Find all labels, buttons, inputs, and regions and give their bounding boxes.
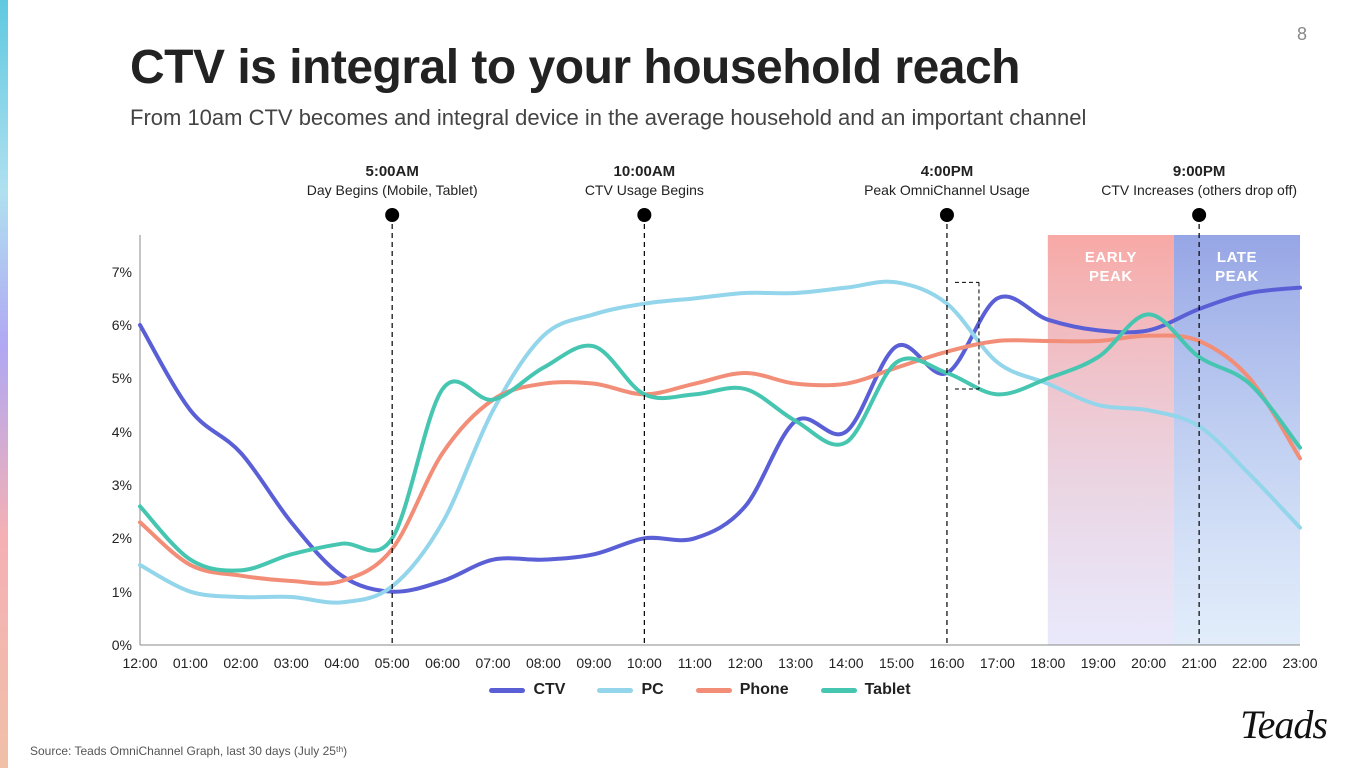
y-tick: 5% bbox=[92, 370, 132, 386]
legend-swatch bbox=[489, 688, 525, 693]
x-tick: 03:00 bbox=[266, 655, 316, 671]
legend-swatch bbox=[821, 688, 857, 693]
source-text: Source: Teads OmniChannel Graph, last 30… bbox=[30, 744, 347, 758]
x-tick: 20:00 bbox=[1124, 655, 1174, 671]
legend-item: Phone bbox=[696, 681, 789, 699]
legend-label: Phone bbox=[740, 681, 789, 699]
legend-item: CTV bbox=[489, 681, 565, 699]
page-number: 8 bbox=[1297, 24, 1307, 45]
peak-label: EARLYPEAK bbox=[1051, 249, 1171, 287]
legend: CTV PC Phone Tablet bbox=[90, 680, 1310, 700]
x-tick: 12:00 bbox=[115, 655, 165, 671]
x-tick: 08:00 bbox=[518, 655, 568, 671]
x-tick: 15:00 bbox=[872, 655, 922, 671]
y-tick: 2% bbox=[92, 530, 132, 546]
page-title: CTV is integral to your household reach bbox=[130, 40, 1020, 95]
annotation: 10:00AMCTV Usage Begins bbox=[544, 163, 744, 199]
chart: 0%1%2%3%4%5%6%7%12:0001:0002:0003:0004:0… bbox=[90, 145, 1310, 705]
x-tick: 23:00 bbox=[1275, 655, 1325, 671]
brand-logo: Teads bbox=[1240, 701, 1327, 748]
y-tick: 6% bbox=[92, 317, 132, 333]
accent-bar bbox=[0, 0, 8, 768]
annotation: 5:00AMDay Begins (Mobile, Tablet) bbox=[292, 163, 492, 199]
x-tick: 06:00 bbox=[418, 655, 468, 671]
legend-item: Tablet bbox=[821, 681, 911, 699]
x-tick: 21:00 bbox=[1174, 655, 1224, 671]
x-tick: 14:00 bbox=[821, 655, 871, 671]
x-tick: 22:00 bbox=[1225, 655, 1275, 671]
x-tick: 16:00 bbox=[922, 655, 972, 671]
peak-label: LATEPEAK bbox=[1177, 249, 1297, 287]
legend-swatch bbox=[597, 688, 633, 693]
x-tick: 11:00 bbox=[670, 655, 720, 671]
x-tick: 09:00 bbox=[569, 655, 619, 671]
x-tick: 04:00 bbox=[317, 655, 367, 671]
legend-item: PC bbox=[597, 681, 663, 699]
x-tick: 12:00 bbox=[720, 655, 770, 671]
x-tick: 01:00 bbox=[165, 655, 215, 671]
x-tick: 10:00 bbox=[619, 655, 669, 671]
x-tick: 17:00 bbox=[972, 655, 1022, 671]
legend-label: PC bbox=[641, 681, 663, 699]
x-tick: 18:00 bbox=[1023, 655, 1073, 671]
x-tick: 07:00 bbox=[468, 655, 518, 671]
legend-label: CTV bbox=[533, 681, 565, 699]
x-tick: 05:00 bbox=[367, 655, 417, 671]
legend-label: Tablet bbox=[865, 681, 911, 699]
chart-svg bbox=[90, 145, 1310, 705]
x-tick: 13:00 bbox=[771, 655, 821, 671]
y-tick: 1% bbox=[92, 584, 132, 600]
annotation: 9:00PMCTV Increases (others drop off) bbox=[1099, 163, 1299, 199]
x-tick: 19:00 bbox=[1073, 655, 1123, 671]
x-tick: 02:00 bbox=[216, 655, 266, 671]
y-tick: 3% bbox=[92, 477, 132, 493]
y-tick: 0% bbox=[92, 637, 132, 653]
page-subtitle: From 10am CTV becomes and integral devic… bbox=[130, 105, 1086, 131]
annotation: 4:00PMPeak OmniChannel Usage bbox=[847, 163, 1047, 199]
legend-swatch bbox=[696, 688, 732, 693]
y-tick: 7% bbox=[92, 264, 132, 280]
y-tick: 4% bbox=[92, 424, 132, 440]
